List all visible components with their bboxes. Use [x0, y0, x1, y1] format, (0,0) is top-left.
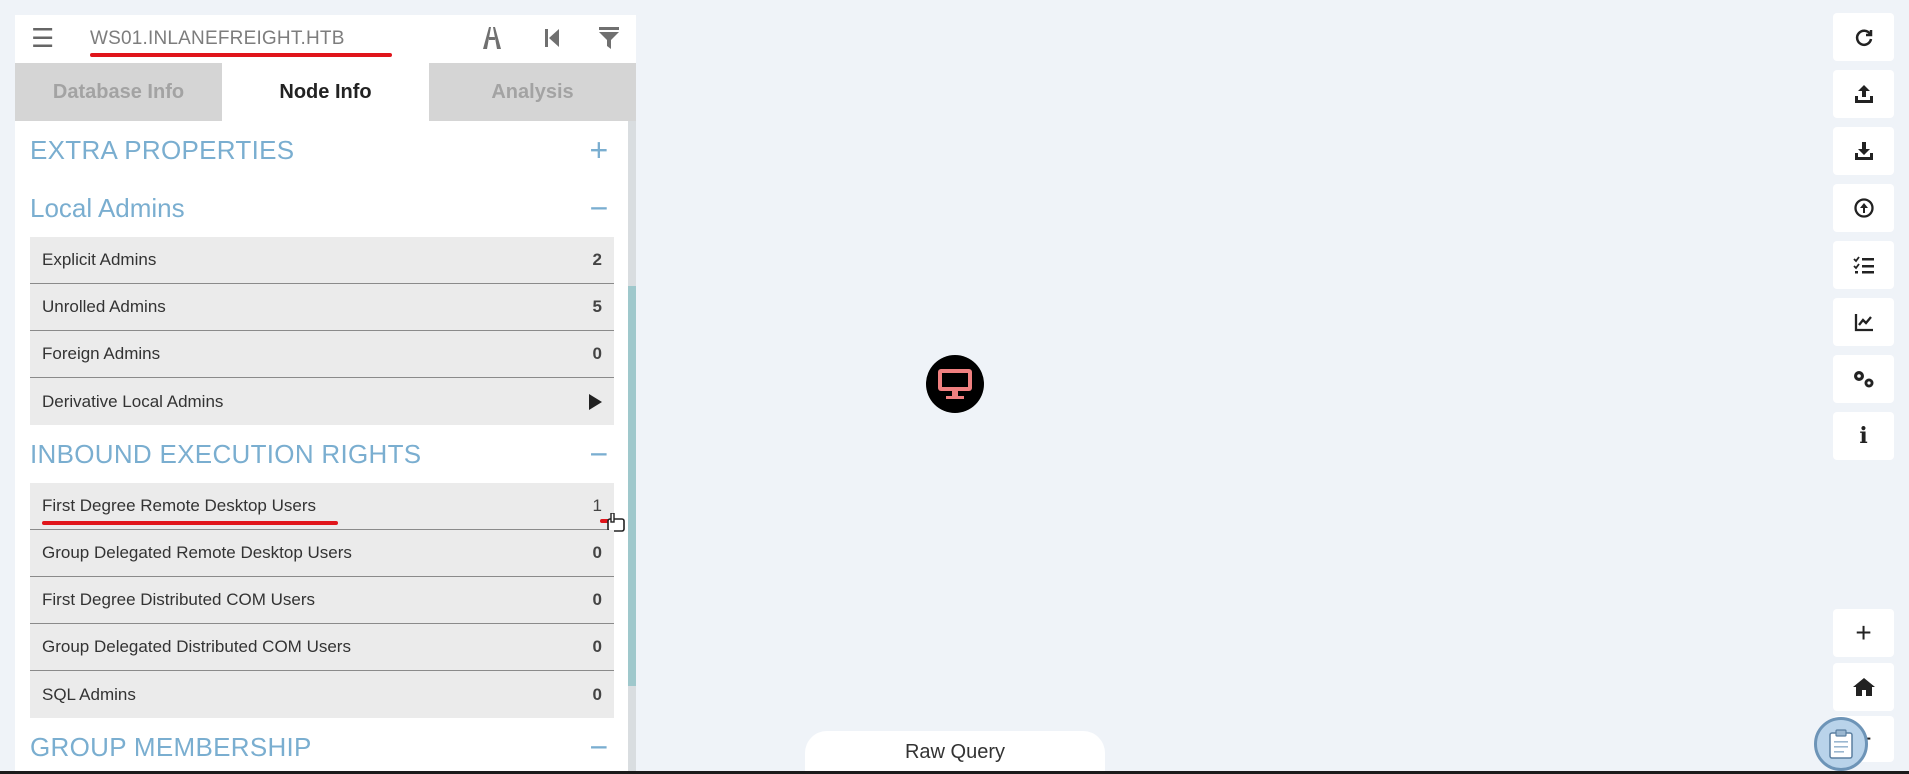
section-title: Local Admins: [30, 192, 185, 223]
list-item[interactable]: Foreign Admins 0: [30, 331, 614, 378]
section-extra-properties[interactable]: EXTRA PROPERTIES +: [30, 121, 614, 179]
download-icon: [1854, 142, 1873, 160]
chart-button[interactable]: [1833, 298, 1894, 346]
scrollbar-thumb[interactable]: [628, 286, 636, 686]
row-label: Explicit Admins: [42, 250, 157, 269]
arrow-up-circle-icon: [1853, 198, 1874, 218]
list-item[interactable]: First Degree Remote Desktop Users 1: [30, 483, 625, 532]
play-arrow-icon[interactable]: [589, 393, 602, 410]
row-count[interactable]: 0: [593, 543, 602, 563]
plus-icon: +: [1855, 617, 1872, 648]
chart-line-icon: [1854, 314, 1873, 332]
raw-query-label: Raw Query: [904, 741, 1006, 763]
tab-node-info[interactable]: Node Info: [222, 63, 429, 121]
hamburger-menu-icon[interactable]: ☰: [31, 25, 54, 51]
row-label: Group Delegated Distributed COM Users: [42, 637, 351, 656]
back-icon[interactable]: [541, 25, 563, 56]
home-button[interactable]: [1833, 663, 1894, 711]
section-title: INBOUND EXECUTION RIGHTS: [30, 438, 422, 469]
settings-button[interactable]: [1833, 355, 1894, 403]
row-count[interactable]: 2: [593, 250, 602, 270]
annotation-underline: [90, 53, 392, 57]
list-item[interactable]: First Degree Distributed COM Users 0: [30, 577, 614, 624]
tab-analysis[interactable]: Analysis: [429, 63, 636, 121]
row-count[interactable]: 0: [593, 637, 602, 657]
upload-icon: [1854, 85, 1873, 103]
import-button[interactable]: [1833, 184, 1894, 232]
row-label: First Degree Distributed COM Users: [42, 590, 316, 609]
raw-query-bar[interactable]: Raw Query: [805, 731, 1105, 774]
annotation-underline: [42, 521, 338, 525]
tab-bar: Database Info Node Info Analysis: [15, 63, 636, 121]
collapse-icon[interactable]: −: [584, 438, 614, 470]
row-count[interactable]: 0: [593, 590, 602, 610]
list-item[interactable]: Explicit Admins 2: [30, 237, 614, 284]
computer-icon: [938, 369, 972, 399]
collapse-icon[interactable]: −: [584, 192, 614, 224]
left-panel: ☰ WS01.INLANEFREIGHT.HTB Database Info N…: [15, 15, 636, 774]
path-finding-icon[interactable]: [479, 25, 505, 56]
list-item[interactable]: Group Delegated Distributed COM Users 0: [30, 624, 614, 671]
filter-icon[interactable]: [597, 25, 621, 56]
search-bar: ☰ WS01.INLANEFREIGHT.HTB: [15, 15, 636, 63]
collapse-icon[interactable]: −: [584, 731, 614, 763]
section-group-membership[interactable]: GROUP MEMBERSHIP −: [30, 718, 614, 774]
node-info-content: EXTRA PROPERTIES + Local Admins − Explic…: [15, 121, 636, 774]
upload-button[interactable]: [1833, 70, 1894, 118]
row-label: Unrolled Admins: [42, 297, 166, 316]
checklist-icon: [1852, 256, 1874, 274]
zoom-in-button[interactable]: +: [1833, 609, 1894, 657]
inbound-execution-list: First Degree Remote Desktop Users 1 Grou…: [15, 483, 636, 718]
refresh-icon: [1855, 29, 1872, 46]
list-item[interactable]: SQL Admins 0: [30, 671, 614, 718]
section-title: GROUP MEMBERSHIP: [30, 731, 312, 762]
computer-node[interactable]: [926, 355, 984, 413]
clipboard-button[interactable]: [1814, 717, 1868, 771]
download-button[interactable]: [1833, 127, 1894, 175]
list-item[interactable]: Group Delegated Remote Desktop Users 0: [30, 530, 614, 577]
section-local-admins[interactable]: Local Admins −: [30, 179, 614, 237]
list-item[interactable]: Unrolled Admins 5: [30, 284, 614, 331]
row-count[interactable]: 0: [593, 685, 602, 705]
info-icon: i: [1859, 423, 1868, 449]
home-icon: [1852, 678, 1875, 696]
row-label: First Degree Remote Desktop Users: [42, 496, 316, 515]
list-item[interactable]: Derivative Local Admins: [30, 378, 614, 425]
row-label: Group Delegated Remote Desktop Users: [42, 543, 352, 562]
row-count[interactable]: 1: [593, 496, 602, 516]
tab-database-info[interactable]: Database Info: [15, 63, 222, 121]
row-label: SQL Admins: [42, 684, 136, 704]
row-label: Foreign Admins: [42, 344, 161, 363]
refresh-button[interactable]: [1833, 13, 1894, 61]
row-count[interactable]: 5: [593, 297, 602, 317]
clipboard-icon: [1829, 729, 1853, 759]
section-title: EXTRA PROPERTIES: [30, 134, 295, 165]
info-button[interactable]: i: [1833, 412, 1894, 460]
local-admins-list: Explicit Admins 2 Unrolled Admins 5 Fore…: [15, 237, 636, 425]
section-inbound-execution-rights[interactable]: INBOUND EXECUTION RIGHTS −: [30, 425, 614, 483]
query-list-button[interactable]: [1833, 241, 1894, 289]
row-count[interactable]: 0: [593, 344, 602, 364]
settings-icon: [1853, 371, 1873, 388]
expand-icon[interactable]: +: [584, 134, 614, 166]
search-input[interactable]: WS01.INLANEFREIGHT.HTB: [90, 28, 345, 50]
row-label: Derivative Local Admins: [42, 391, 224, 411]
